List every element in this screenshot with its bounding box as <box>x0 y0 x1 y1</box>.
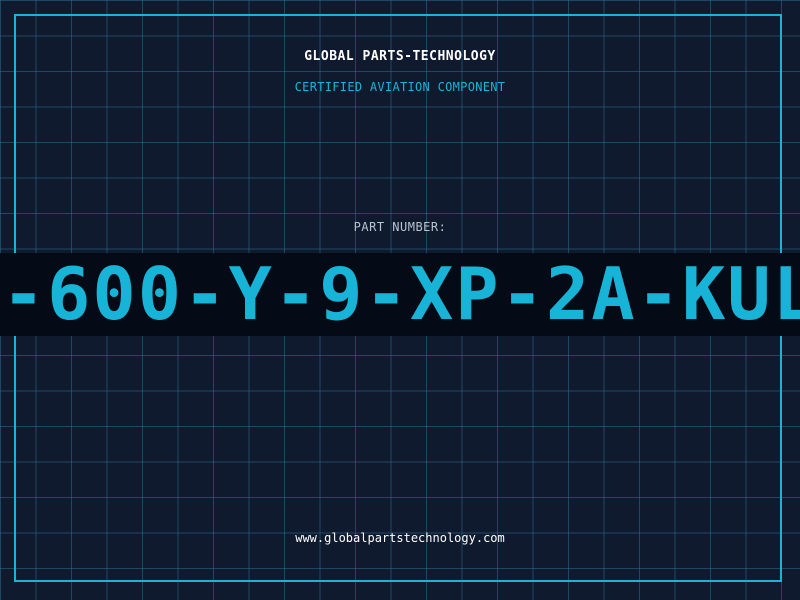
website-url: www.globalpartstechnology.com <box>295 531 505 545</box>
company-name: GLOBAL PARTS-TECHNOLOGY <box>304 49 496 64</box>
part-number-band: -600-Y-9-XP-2A-KUL <box>0 253 800 336</box>
part-number-value: -600-Y-9-XP-2A-KUL <box>1 253 800 336</box>
certification-tagline: CERTIFIED AVIATION COMPONENT <box>294 80 506 94</box>
part-label-card: GLOBAL PARTS-TECHNOLOGY CERTIFIED AVIATI… <box>0 0 800 600</box>
part-number-label: PART NUMBER: <box>353 220 447 234</box>
